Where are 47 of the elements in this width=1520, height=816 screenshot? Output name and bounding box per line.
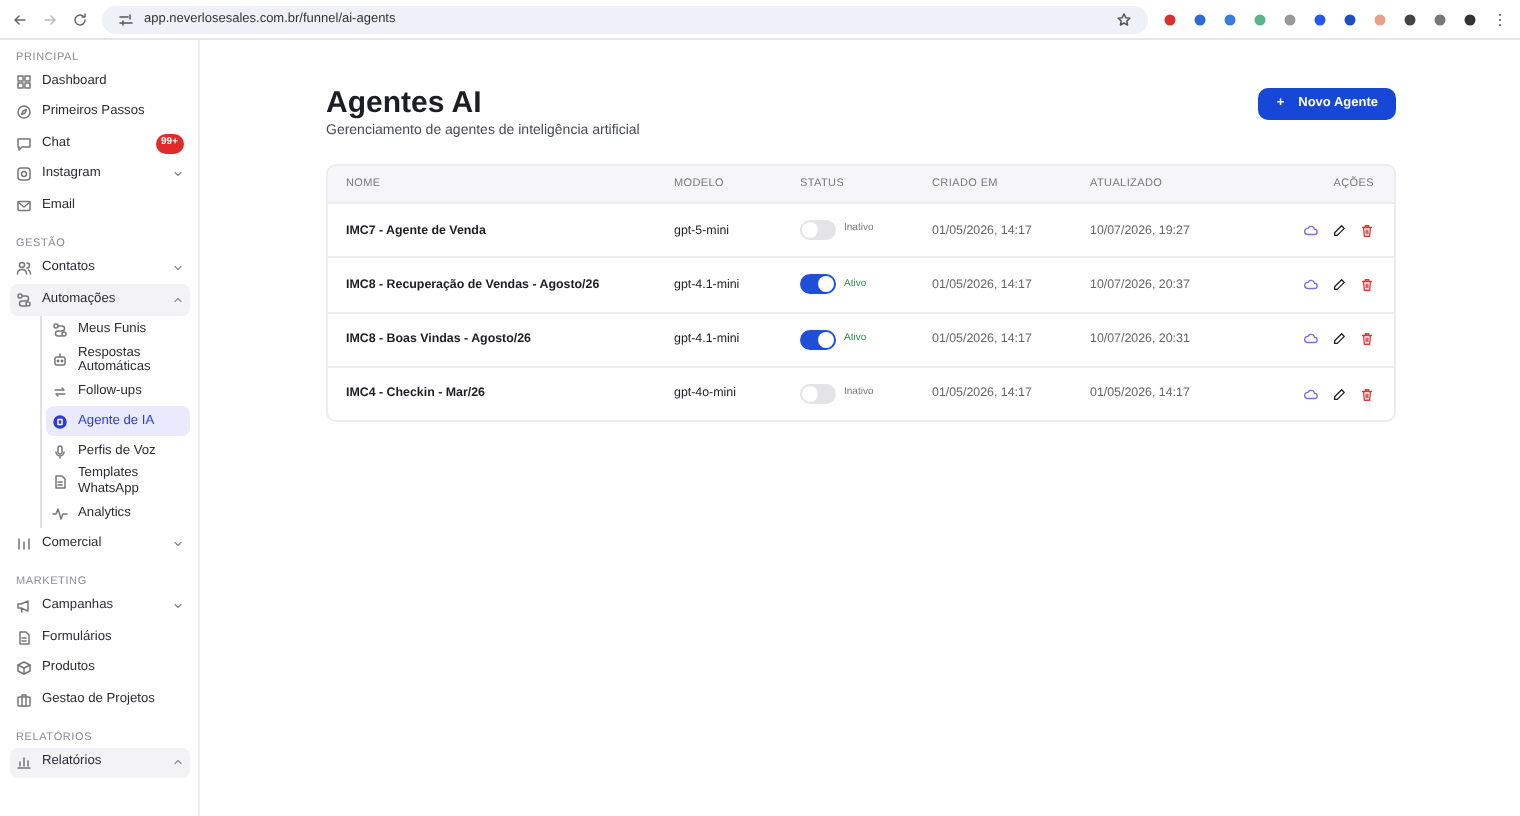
reload-icon[interactable] — [72, 11, 88, 27]
status-toggle[interactable] — [800, 329, 836, 350]
chat-icon — [16, 135, 32, 152]
cloud-icon[interactable] — [1304, 332, 1318, 347]
chevron-down-icon — [172, 168, 184, 181]
cloud-icon[interactable] — [1304, 387, 1318, 402]
document-icon — [16, 629, 32, 646]
document-icon — [52, 474, 68, 491]
status-toggle[interactable] — [800, 384, 836, 405]
repeat-icon — [52, 383, 68, 400]
robot-icon — [52, 413, 68, 430]
instagram-icon — [16, 166, 32, 183]
chevron-down-icon — [172, 262, 184, 275]
delete-icon[interactable] — [1360, 223, 1374, 238]
page-title: Agentes AI — [326, 88, 484, 121]
mail-icon — [16, 197, 32, 214]
bars-icon — [16, 535, 32, 552]
status-toggle[interactable] — [800, 220, 836, 241]
cloud-icon[interactable] — [1304, 223, 1318, 238]
chart-icon — [16, 754, 32, 771]
delete-icon[interactable] — [1360, 387, 1374, 402]
chevron-down-icon — [172, 600, 184, 613]
star-icon[interactable] — [1116, 11, 1132, 27]
route-icon — [52, 322, 68, 338]
site-settings-icon[interactable] — [118, 11, 134, 27]
route-icon — [16, 291, 32, 308]
robot-icon — [52, 352, 68, 369]
delete-icon[interactable] — [1360, 332, 1374, 347]
megaphone-icon — [16, 598, 32, 615]
chevron-down-icon — [172, 537, 184, 550]
box-icon — [16, 660, 32, 677]
briefcase-icon — [16, 691, 32, 708]
chevron-up-icon — [172, 293, 184, 306]
users-icon — [16, 260, 32, 277]
back-icon[interactable] — [12, 11, 28, 27]
microphone-icon — [52, 443, 68, 460]
edit-icon[interactable] — [1332, 387, 1346, 402]
cloud-icon[interactable] — [1304, 277, 1318, 292]
pulse-icon — [52, 505, 68, 522]
edit-icon[interactable] — [1332, 277, 1346, 292]
status-toggle[interactable] — [800, 274, 836, 295]
compass-icon — [16, 104, 32, 121]
edit-icon[interactable] — [1332, 332, 1346, 347]
edit-icon[interactable] — [1332, 223, 1346, 238]
delete-icon[interactable] — [1360, 277, 1374, 292]
chevron-up-icon — [172, 756, 184, 769]
grid-icon — [16, 73, 32, 90]
